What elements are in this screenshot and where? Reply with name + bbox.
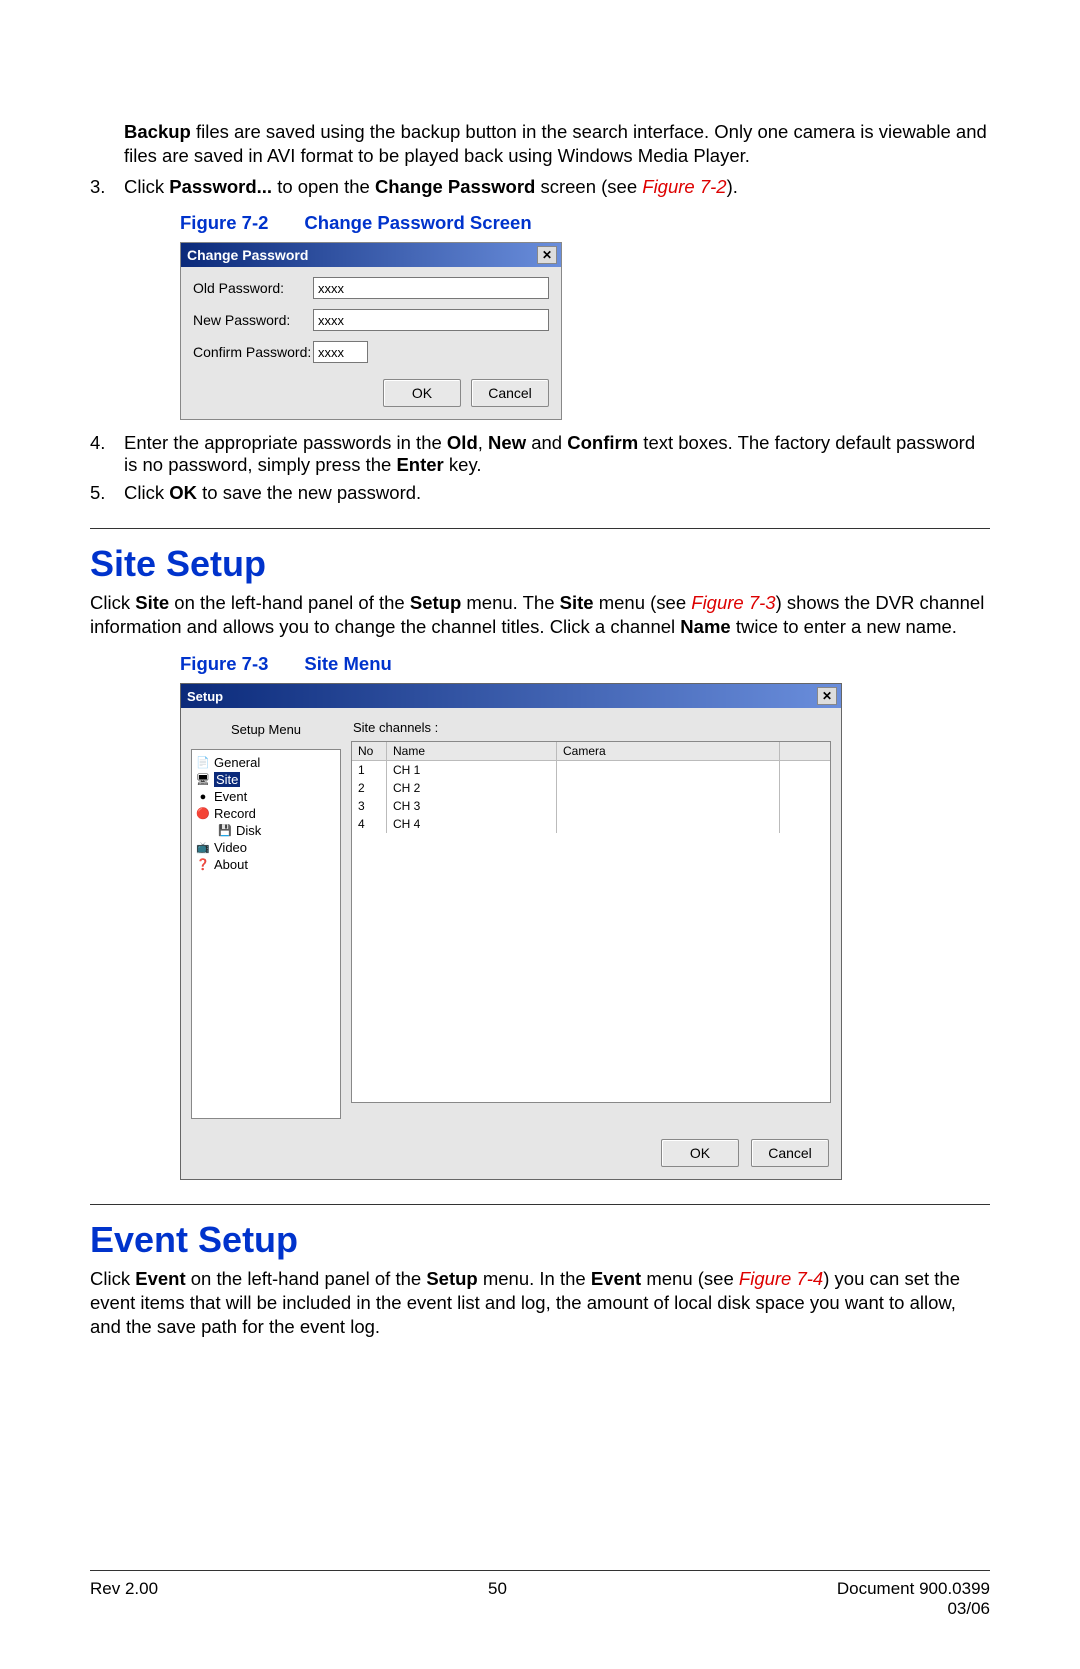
tree-item-label: About [214,857,248,872]
site-icon: 🖥 [196,774,210,786]
backup-paragraph: Backup files are saved using the backup … [124,120,990,168]
setup-dialog: Setup ✕ Setup Menu 📄 General 🖥 Site ● Event 🔴 R… [180,683,842,1180]
new-password-label: New Password: [193,312,313,328]
change-password-dialog: Change Password ✕ Old Password: xxxx New… [180,242,562,420]
disk-icon: 💾 [218,825,232,837]
tree-item-event[interactable]: ● Event [196,788,336,805]
setup-menu-title: Setup Menu [191,718,341,749]
cancel-button[interactable]: Cancel [751,1139,829,1167]
confirm-password-label: Confirm Password: [193,344,313,360]
footer-doc: Document 900.0399 [837,1579,990,1599]
old-password-input[interactable]: xxxx [313,277,549,299]
site-setup-paragraph: Click Site on the left-hand panel of the… [90,591,990,639]
tree-item-about[interactable]: ❓ About [196,856,336,873]
event-icon: ● [196,791,210,803]
old-password-label: Old Password: [193,280,313,296]
divider [90,528,990,529]
ok-button[interactable]: OK [383,379,461,407]
tree-item-label: Video [214,840,247,855]
tree-item-label: Disk [236,823,261,838]
page-footer: Rev 2.00 50 Document 900.0399 03/06 [90,1564,990,1619]
step-5: 5. Click OK to save the new password. [90,482,990,504]
confirm-password-input[interactable]: xxxx [313,341,368,363]
ok-button[interactable]: OK [661,1139,739,1167]
close-icon[interactable]: ✕ [537,246,557,264]
dialog-title: Change Password [187,247,308,263]
divider [90,1204,990,1205]
table-row[interactable]: 3CH 3 [352,797,830,815]
table-row[interactable]: 1CH 1 [352,761,830,779]
figure-7-4-ref[interactable]: Figure 7-4 [739,1268,823,1289]
footer-rev: Rev 2.00 [90,1579,158,1619]
figure-7-3-caption: Figure 7-3Site Menu [180,653,990,675]
step-3: 3. Click Password... to open the Change … [90,176,990,198]
site-channels-label: Site channels : [351,718,831,741]
event-setup-paragraph: Click Event on the left-hand panel of th… [90,1267,990,1339]
footer-page: 50 [488,1579,507,1619]
cancel-button[interactable]: Cancel [471,379,549,407]
event-setup-heading: Event Setup [90,1219,990,1261]
video-icon: 📺 [196,842,210,854]
table-row[interactable]: 2CH 2 [352,779,830,797]
footer-date: 03/06 [837,1599,990,1619]
dialog-titlebar: Change Password ✕ [181,243,561,267]
close-icon[interactable]: ✕ [817,687,837,705]
dialog-title: Setup [187,689,223,704]
figure-7-3-ref[interactable]: Figure 7-3 [691,592,775,613]
about-icon: ❓ [196,859,210,871]
tree-item-record[interactable]: 🔴 Record [196,805,336,822]
step-4: 4. Enter the appropriate passwords in th… [90,432,990,476]
tree-item-video[interactable]: 📺 Video [196,839,336,856]
tree-item-general[interactable]: 📄 General [196,754,336,771]
new-password-input[interactable]: xxxx [313,309,549,331]
table-row[interactable]: 4CH 4 [352,815,830,833]
general-icon: 📄 [196,757,210,769]
figure-7-2-ref[interactable]: Figure 7-2 [642,176,726,197]
tree-item-label: Event [214,789,247,804]
channels-table: No Name Camera 1CH 12CH 23CH 34CH 4 [351,741,831,1103]
setup-tree: 📄 General 🖥 Site ● Event 🔴 Record 💾 Disk 📺 Video ❓ Ab… [191,749,341,1119]
tree-item-label: General [214,755,260,770]
tree-item-disk[interactable]: 💾 Disk [196,822,336,839]
record-icon: 🔴 [196,808,210,820]
dialog-titlebar: Setup ✕ [181,684,841,708]
tree-item-label: Record [214,806,256,821]
figure-7-2-caption: Figure 7-2Change Password Screen [180,212,990,234]
site-setup-heading: Site Setup [90,543,990,585]
tree-item-label: Site [214,772,240,787]
tree-item-site[interactable]: 🖥 Site [196,771,336,788]
table-header: No Name Camera [352,742,830,761]
